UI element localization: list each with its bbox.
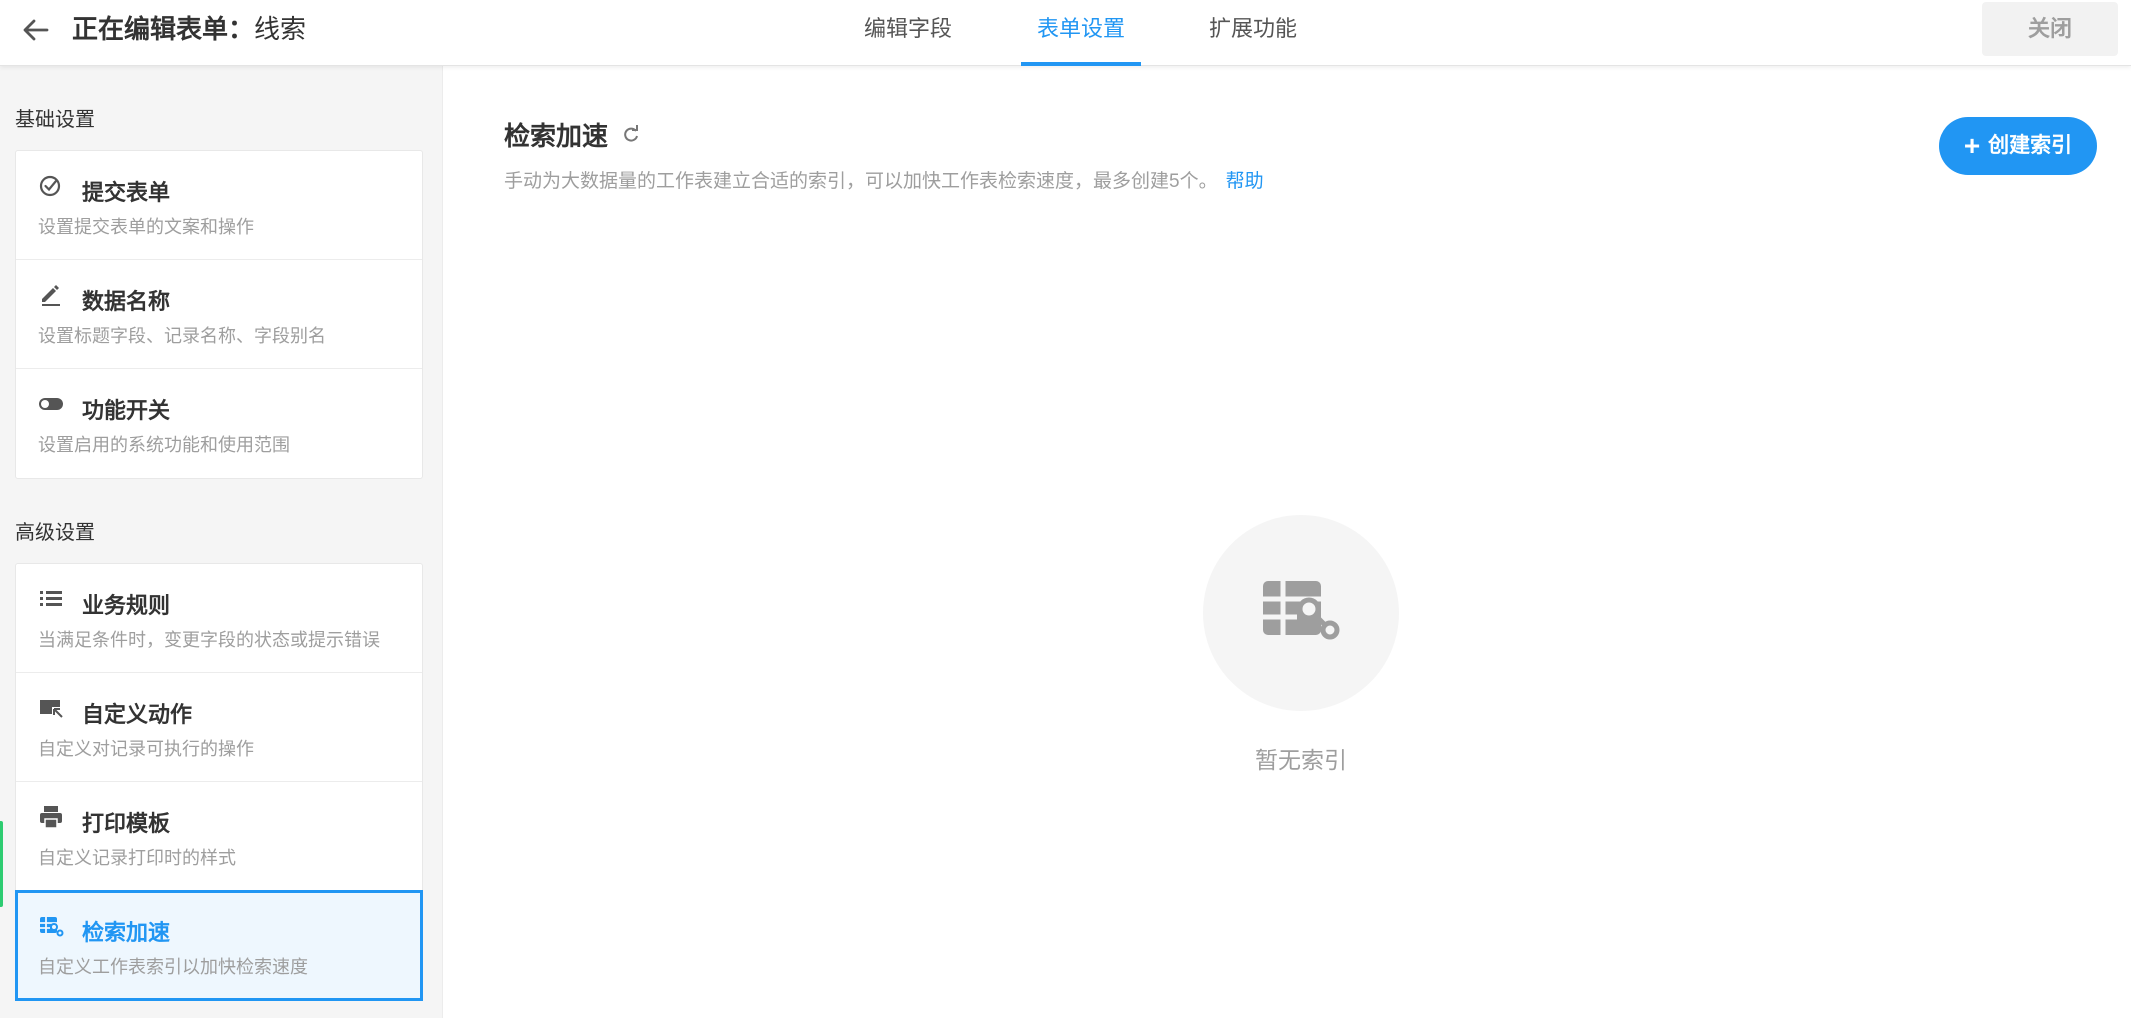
form-name: 线索 (254, 14, 307, 44)
tab-form-settings[interactable]: 表单设置 (1021, 0, 1141, 66)
sidebar-item-custom-action[interactable]: 自定义动作 自定义对记录可执行的操作 (16, 673, 422, 782)
sidebar-item-label: 提交表单 (82, 180, 171, 205)
empty-state-illustration (1203, 515, 1399, 711)
plus-icon: + (1963, 130, 1981, 161)
toggle-icon (38, 391, 64, 417)
empty-state-text: 暂无索引 (1255, 747, 1347, 773)
settings-sidebar: 基础设置 提交表单 设置提交表单的文案和操作 数据名称 设置标题字段、记录名称、… (0, 66, 443, 1018)
refresh-icon[interactable] (621, 125, 641, 145)
basic-settings-title: 基础设置 (15, 109, 95, 131)
create-index-button[interactable]: + 创建索引 (1939, 117, 2097, 175)
tab-extensions[interactable]: 扩展功能 (1203, 0, 1303, 66)
sidebar-item-print-template[interactable]: 打印模板 自定义记录打印时的样式 (16, 782, 422, 891)
sidebar-item-label: 自定义动作 (82, 702, 193, 727)
sidebar-item-label: 数据名称 (82, 289, 171, 314)
title-prefix: 正在编辑表单 (72, 14, 229, 44)
custom-action-icon (38, 695, 64, 721)
basic-settings-card: 提交表单 设置提交表单的文案和操作 数据名称 设置标题字段、记录名称、字段别名 (15, 150, 423, 479)
main-panel: 检索加速 手动为大数据量的工作表建立合适的索引，可以加快工作表检索速度，最多创建… (443, 66, 2131, 1018)
advanced-settings-card: 业务规则 当满足条件时，变更字段的状态或提示错误 自定义动作 自定义对记录可执行… (15, 563, 423, 1001)
check-circle-icon (38, 173, 64, 199)
description-text: 手动为大数据量的工作表建立合适的索引，可以加快工作表检索速度，最多创建5个。 (504, 171, 1218, 192)
top-bar: 正在编辑表单：线索 编辑字段 表单设置 扩展功能 关闭 (0, 0, 2131, 66)
sidebar-item-submit-form[interactable]: 提交表单 设置提交表单的文案和操作 (16, 151, 422, 260)
sidebar-item-label: 业务规则 (82, 593, 171, 618)
sidebar-item-desc: 当满足条件时，变更字段的状态或提示错误 (38, 630, 380, 650)
list-icon (38, 586, 64, 612)
edge-handle[interactable] (0, 821, 3, 907)
sidebar-item-data-name[interactable]: 数据名称 设置标题字段、记录名称、字段别名 (16, 260, 422, 369)
page-title: 正在编辑表单：线索 (72, 13, 306, 45)
edit-pen-icon (38, 282, 64, 308)
sidebar-item-desc: 设置启用的系统功能和使用范围 (38, 435, 290, 455)
sidebar-item-label: 检索加速 (82, 920, 171, 945)
sidebar-item-desc: 设置标题字段、记录名称、字段别名 (38, 326, 326, 346)
sidebar-item-feature-switch[interactable]: 功能开关 设置启用的系统功能和使用范围 (16, 369, 422, 478)
sidebar-item-business-rules[interactable]: 业务规则 当满足条件时，变更字段的状态或提示错误 (16, 564, 422, 673)
back-arrow-icon[interactable] (20, 14, 52, 46)
index-icon (38, 913, 64, 939)
help-link[interactable]: 帮助 (1226, 171, 1264, 192)
sidebar-item-label: 打印模板 (82, 811, 171, 836)
advanced-settings-title: 高级设置 (15, 522, 95, 544)
close-button[interactable]: 关闭 (1982, 2, 2118, 56)
tab-edit-fields[interactable]: 编辑字段 (858, 0, 958, 66)
sidebar-item-search-acceleration[interactable]: 检索加速 自定义工作表索引以加快检索速度 (15, 890, 423, 1001)
section-title: 检索加速 (504, 121, 609, 151)
sidebar-item-label: 功能开关 (82, 398, 171, 423)
sidebar-item-desc: 自定义工作表索引以加快检索速度 (38, 957, 308, 977)
sidebar-item-desc: 设置提交表单的文案和操作 (38, 217, 254, 237)
sidebar-item-desc: 自定义对记录可执行的操作 (38, 739, 254, 759)
section-description: 手动为大数据量的工作表建立合适的索引，可以加快工作表检索速度，最多创建5个。 帮助 (504, 166, 1264, 193)
create-index-label: 创建索引 (1988, 134, 2073, 157)
title-separator: ： (228, 14, 255, 44)
sidebar-item-desc: 自定义记录打印时的样式 (38, 848, 236, 868)
index-empty-icon (1261, 579, 1341, 645)
print-icon (38, 804, 64, 830)
